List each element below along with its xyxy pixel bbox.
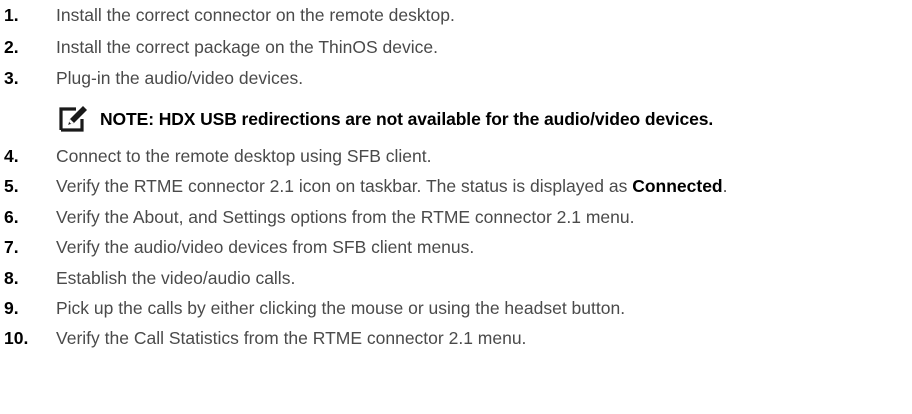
step-text: Pick up the calls by either clicking the… (56, 298, 626, 318)
step-number: 8. (4, 268, 19, 288)
step-text: Establish the video/audio calls. (56, 268, 296, 288)
step-number: 1. (4, 5, 19, 25)
step-text: Verify the audio/video devices from SFB … (56, 237, 475, 257)
step-number: 10. (4, 328, 29, 348)
step-number: 4. (4, 146, 19, 166)
note-callout: NOTE: HDX USB redirections are not avail… (56, 98, 713, 140)
step-text: Plug-in the audio/video devices. (56, 68, 304, 88)
step-text: Install the correct package on the ThinO… (56, 37, 438, 57)
note-text: NOTE: HDX USB redirections are not avail… (100, 108, 714, 129)
step-number: 7. (4, 237, 19, 257)
step-text: Verify the About, and Settings options f… (56, 207, 635, 227)
note-pencil-icon (59, 106, 87, 132)
step-text: Verify the RTME connector 2.1 icon on ta… (56, 171, 728, 201)
step-text-lead: Verify the RTME connector 2.1 icon on ta… (56, 176, 633, 196)
step-text: Install the correct connector on the rem… (56, 5, 455, 25)
step-number: 2. (4, 37, 19, 57)
status-connected-label: Connected (632, 176, 723, 196)
step-number: 5. (4, 176, 19, 196)
step-number: 3. (4, 68, 19, 88)
step-text: Connect to the remote desktop using SFB … (56, 146, 432, 166)
step-text: Verify the Call Statistics from the RTME… (56, 328, 527, 348)
step-number: 6. (4, 207, 19, 227)
step-number: 9. (4, 298, 19, 318)
step-text-tail: . (722, 176, 728, 196)
